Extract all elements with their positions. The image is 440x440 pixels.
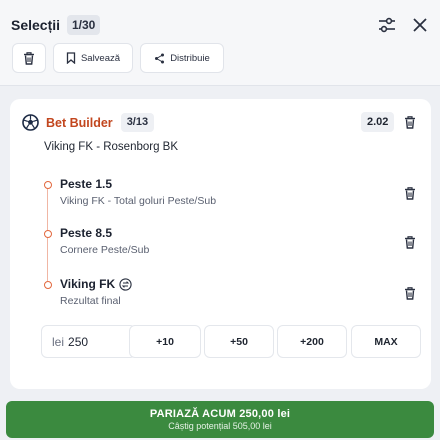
header: Selecții 1/30 Salvează Distribuie [0, 0, 440, 86]
save-button[interactable]: Salvează [53, 43, 133, 73]
selection-market: Rezultat final [60, 295, 121, 307]
place-bet-label: PARIAZĂ ACUM 250,00 lei [149, 408, 291, 420]
bet-builder-card: Bet Builder 3/13 2.02 Viking FK - Rosenb… [10, 99, 431, 389]
share-button[interactable]: Distribuie [140, 43, 224, 73]
selection-count-badge: 1/30 [67, 15, 101, 35]
selection-item: Peste 8.5 Cornere Peste/Sub [10, 225, 431, 265]
bookmark-icon [66, 52, 76, 64]
match-name: Viking FK - Rosenborg BK [44, 141, 179, 153]
timeline-dot [44, 181, 52, 189]
quick-stake-10-button[interactable]: +10 [129, 325, 201, 358]
sliders-icon[interactable] [376, 14, 398, 36]
bet-builder-title: Bet Builder [46, 115, 113, 130]
selection-name: Viking FK [60, 277, 132, 291]
selection-name: Peste 1.5 [60, 177, 113, 191]
stake-value: 250 [68, 334, 89, 349]
soccer-ball-icon [22, 114, 39, 131]
bet-builder-header: Bet Builder 3/13 [22, 113, 155, 132]
odds-badge: 2.02 [361, 112, 395, 132]
selection-name: Peste 8.5 [60, 226, 113, 240]
quick-stake-50-button[interactable]: +50 [204, 325, 274, 358]
trash-icon[interactable] [402, 184, 418, 202]
two-way-arrows-icon [119, 277, 132, 291]
bet-builder-count: 3/13 [120, 113, 155, 132]
trash-icon[interactable] [402, 233, 418, 251]
share-icon [155, 53, 165, 63]
place-bet-button[interactable]: PARIAZĂ ACUM 250,00 lei Câștig potențial… [6, 401, 434, 438]
selection-market: Viking FK - Total goluri Peste/Sub [60, 195, 217, 207]
selection-market: Cornere Peste/Sub [60, 244, 150, 256]
potential-win-text: Câștig potențial 505,00 lei [168, 421, 272, 431]
selection-item: Peste 1.5 Viking FK - Total goluri Peste… [10, 176, 431, 216]
quick-stake-200-button[interactable]: +200 [277, 325, 347, 358]
stake-input[interactable]: lei 250 [41, 325, 136, 358]
timeline-dot [44, 281, 52, 289]
trash-icon[interactable] [402, 113, 418, 131]
max-stake-button[interactable]: MAX [351, 325, 421, 358]
page-title: Selecții [11, 17, 61, 33]
trash-icon [24, 51, 34, 65]
timeline-dot [44, 230, 52, 238]
close-icon[interactable] [409, 14, 431, 36]
stake-currency: lei [52, 334, 65, 349]
trash-icon[interactable] [402, 284, 418, 302]
share-button-label: Distribuie [170, 52, 210, 64]
save-button-label: Salvează [80, 52, 121, 64]
selection-item: Viking FK Rezultat final [10, 276, 431, 316]
delete-all-button[interactable] [12, 43, 46, 73]
